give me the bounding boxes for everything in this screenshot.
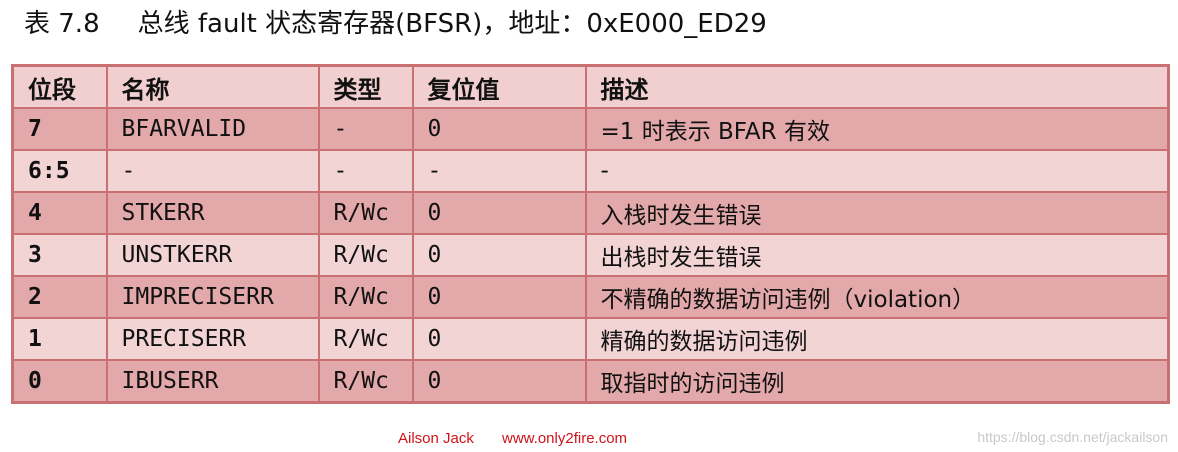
table-title: 总线 fault 状态寄存器(BFSR)，地址：0xE000_ED29: [137, 9, 767, 39]
cell-bit: 0: [11, 359, 108, 404]
cell-description: 出栈时发生错误: [584, 233, 1170, 277]
table-row: 1 PRECISERR R/Wc 0 精确的数据访问违例: [11, 317, 1170, 361]
cell-reset: 0: [411, 317, 587, 361]
cell-name: STKERR: [105, 191, 320, 235]
table-number: 表 7.8: [24, 9, 100, 39]
cell-name: PRECISERR: [105, 317, 320, 361]
cell-description: 不精确的数据访问违例（violation）: [584, 275, 1170, 319]
table-body: 7 BFARVALID - 0 =1 时表示 BFAR 有效 6:5 - - -…: [11, 107, 1170, 404]
header-description: 描述: [584, 64, 1170, 109]
cell-type: -: [317, 107, 414, 151]
cell-description: =1 时表示 BFAR 有效: [584, 107, 1170, 151]
cell-bit: 6:5: [11, 149, 108, 193]
cell-reset: 0: [411, 359, 587, 404]
header-type: 类型: [317, 64, 414, 109]
table-row: 4 STKERR R/Wc 0 入栈时发生错误: [11, 191, 1170, 235]
watermark-text: https://blog.csdn.net/jackailson: [977, 429, 1168, 445]
cell-description: 入栈时发生错误: [584, 191, 1170, 235]
cell-bit: 1: [11, 317, 108, 361]
cell-name: BFARVALID: [105, 107, 320, 151]
cell-reset: 0: [411, 191, 587, 235]
cell-name: IBUSERR: [105, 359, 320, 404]
table-row: 6:5 - - - -: [11, 149, 1170, 193]
cell-name: IMPRECISERR: [105, 275, 320, 319]
cell-type: R/Wc: [317, 317, 414, 361]
table-row: 0 IBUSERR R/Wc 0 取指时的访问违例: [11, 359, 1170, 404]
cell-reset: -: [411, 149, 587, 193]
cell-description: 精确的数据访问违例: [584, 317, 1170, 361]
cell-reset: 0: [411, 233, 587, 277]
table-header: 位段 名称 类型 复位值 描述: [11, 64, 1170, 109]
cell-reset: 0: [411, 107, 587, 151]
cell-bit: 7: [11, 107, 108, 151]
site-credit: www.only2fire.com: [502, 430, 628, 447]
cell-description: -: [584, 149, 1170, 193]
cell-type: -: [317, 149, 414, 193]
cell-bit: 3: [11, 233, 108, 277]
table-row: 3 UNSTKERR R/Wc 0 出栈时发生错误: [11, 233, 1170, 277]
cell-bit: 2: [11, 275, 108, 319]
cell-type: R/Wc: [317, 233, 414, 277]
cell-reset: 0: [411, 275, 587, 319]
table-caption: 表 7.8 总线 fault 状态寄存器(BFSR)，地址：0xE000_ED29: [24, 4, 767, 44]
register-table: 位段 名称 类型 复位值 描述 7 BFARVALID - 0 =1 时表示 B…: [11, 64, 1170, 404]
table-row: 2 IMPRECISERR R/Wc 0 不精确的数据访问违例（violatio…: [11, 275, 1170, 319]
cell-type: R/Wc: [317, 359, 414, 404]
cell-type: R/Wc: [317, 191, 414, 235]
header-row: 位段 名称 类型 复位值 描述: [11, 64, 1170, 109]
header-name: 名称: [105, 64, 320, 109]
cell-type: R/Wc: [317, 275, 414, 319]
cell-name: UNSTKERR: [105, 233, 320, 277]
cell-description: 取指时的访问违例: [584, 359, 1170, 404]
header-reset-value: 复位值: [411, 64, 587, 109]
table-row: 7 BFARVALID - 0 =1 时表示 BFAR 有效: [11, 107, 1170, 151]
author-credit: Ailson Jack: [398, 430, 474, 447]
cell-name: -: [105, 149, 320, 193]
header-bit-field: 位段: [11, 64, 108, 109]
cell-bit: 4: [11, 191, 108, 235]
